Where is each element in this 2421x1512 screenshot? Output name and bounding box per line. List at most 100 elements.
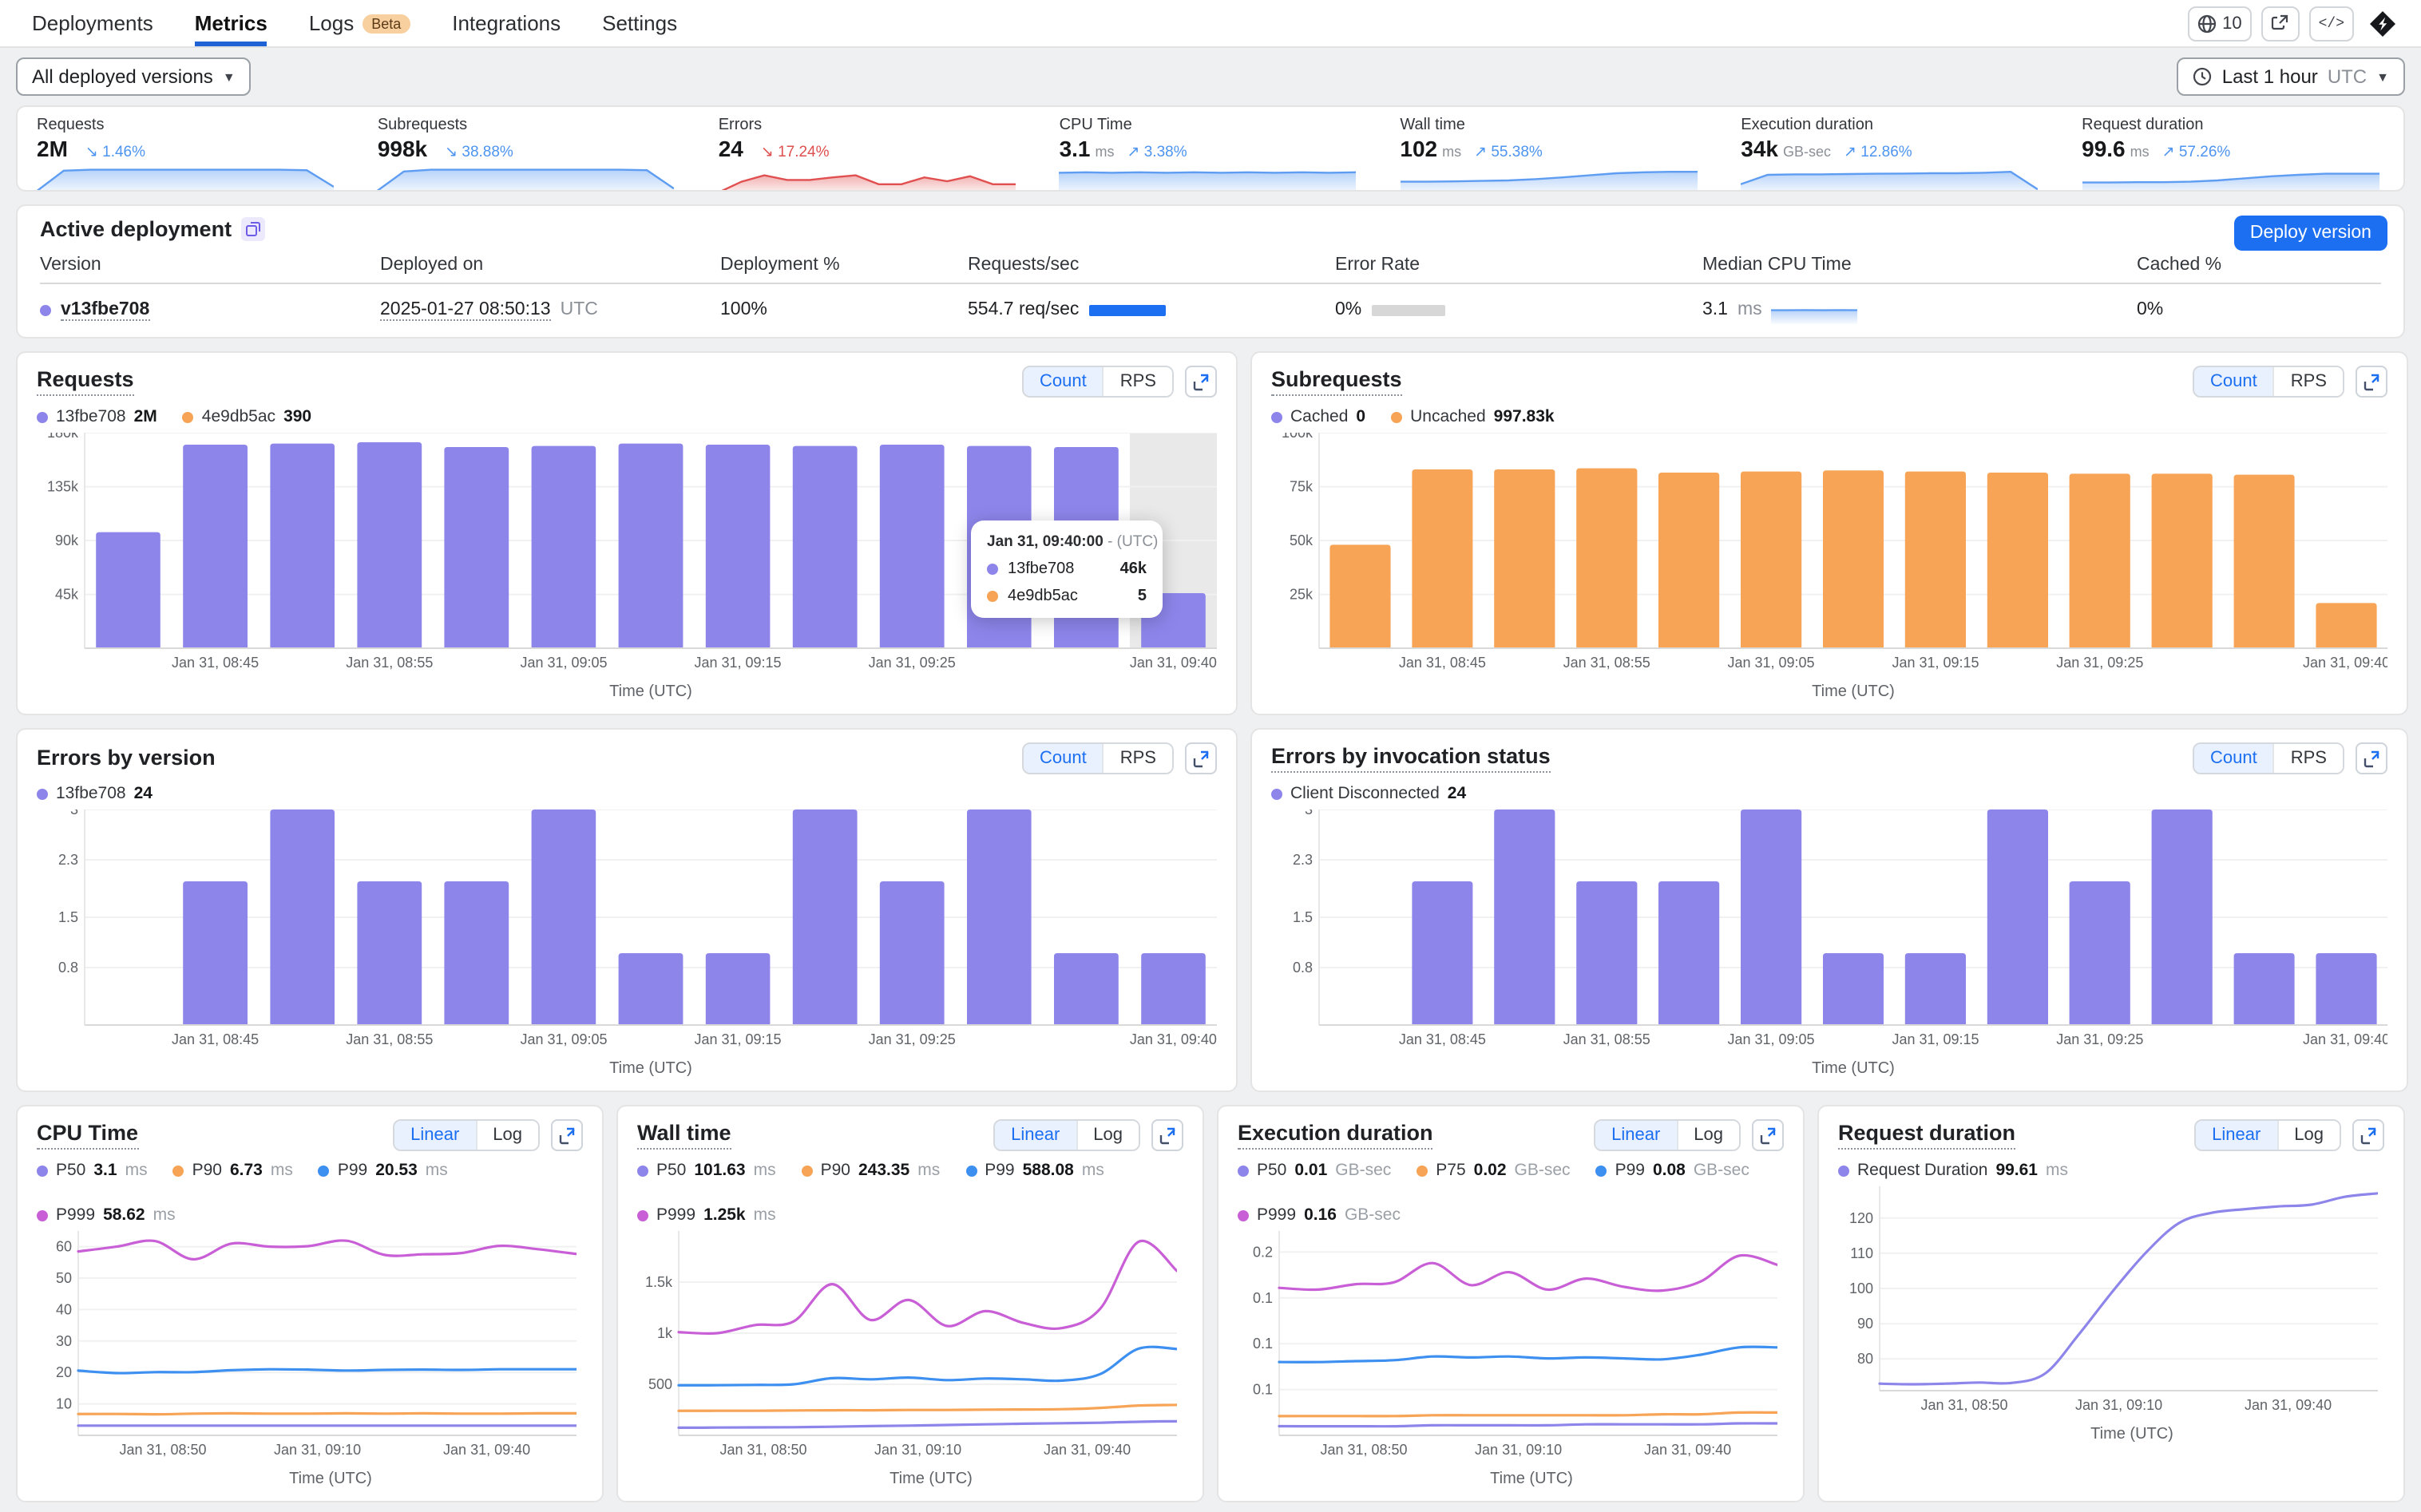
legend-label: P50 — [1257, 1161, 1287, 1180]
toggle-linear[interactable]: Linear — [2196, 1121, 2277, 1150]
trend-value: 12.86% — [1860, 144, 1912, 161]
toggle-linear[interactable]: Linear — [394, 1121, 476, 1150]
tab-deployments[interactable]: Deployments — [32, 0, 153, 46]
toggle-count[interactable]: Count — [2194, 744, 2273, 773]
expand-chart-button[interactable] — [551, 1119, 583, 1151]
subrequests-bar-chart[interactable]: 100k 75k 50k 25k Jan 31, 08:45 Jan 31, 08:55 J… — [1271, 425, 2390, 674]
errors-bar-chart[interactable]: 3 2.3 1.5 0.8 Jan 31, 08:45 Jan 31, 08:55 Jan … — [1271, 802, 2390, 1051]
filter-bar: All deployed versions ▼ Last 1 hour UTC … — [0, 48, 2421, 96]
trend-arrow-icon: ↗ — [1844, 144, 1856, 161]
workers-logo-button[interactable] — [2364, 6, 2402, 41]
requests-chart[interactable]: 180k 135k 90k 45k Jan 31, 08:45 Jan 31, 08:55… — [37, 425, 1217, 682]
expand-chart-button[interactable] — [1185, 366, 1217, 398]
code-button[interactable]: </> — [2308, 6, 2354, 41]
version-link[interactable]: v13fbe708 — [61, 299, 150, 320]
expand-chart-button[interactable] — [1185, 742, 1217, 774]
version-filter-dropdown[interactable]: All deployed versions ▼ — [16, 57, 252, 96]
wall-time-line-chart[interactable]: 1.5k 1k 500 Jan 31, 08:50 Jan 31, 09:10 Jan 3… — [637, 1231, 1179, 1461]
column-header-version: Version — [40, 252, 380, 284]
expand-icon — [1192, 750, 1208, 767]
legend-item: Cached 0 — [1271, 407, 1365, 426]
stat-cpu-time[interactable]: CPU Time 3.1 ms ↗ 3.38% — [1040, 113, 1381, 190]
tab-metrics[interactable]: Metrics — [194, 0, 267, 46]
stat-value: 34k — [1741, 136, 1778, 161]
toggle-count[interactable]: Count — [1024, 367, 1103, 396]
domains-button[interactable]: 10 — [2187, 6, 2252, 41]
errors-bar-chart[interactable]: 3 2.3 1.5 0.8 Jan 31, 08:45 Jan 31, 08:55 Jan … — [37, 802, 1217, 1051]
legend-unit: GB-sec — [1514, 1161, 1571, 1180]
toggle-log[interactable]: Log — [2276, 1121, 2340, 1150]
panel-title: Errors by invocation status — [1271, 744, 1551, 773]
toggle-linear[interactable]: Linear — [995, 1121, 1076, 1150]
linear-log-toggle: Linear Log — [393, 1119, 540, 1151]
toggle-log[interactable]: Log — [475, 1121, 538, 1150]
domains-count: 10 — [2222, 14, 2242, 33]
toggle-count[interactable]: Count — [2194, 367, 2273, 396]
panel-title: Execution duration — [1238, 1121, 1433, 1150]
svg-text:Jan 31, 08:45: Jan 31, 08:45 — [172, 1031, 259, 1047]
stat-subrequests[interactable]: Subrequests 998k ↘ 38.88% — [359, 113, 699, 190]
toggle-log[interactable]: Log — [1676, 1121, 1739, 1150]
request-duration-line-chart[interactable]: 120 110 100 90 80 Jan 31, 08:50 Jan 31, 09:10 J… — [1838, 1186, 2379, 1416]
open-external-button[interactable] — [2261, 6, 2300, 41]
expand-chart-button[interactable] — [1151, 1119, 1183, 1151]
tab-logs[interactable]: Logs Beta — [309, 0, 411, 46]
stat-sparkline — [377, 168, 675, 190]
errors-by-invocation-chart[interactable]: 3 2.3 1.5 0.8 Jan 31, 08:45 Jan 31, 08:55 Jan … — [1271, 802, 2390, 1059]
series-dot — [987, 591, 998, 602]
deployment-pct-value: 100% — [720, 300, 767, 319]
expand-chart-button[interactable] — [2356, 742, 2387, 774]
versions-icon — [241, 217, 266, 241]
tooltip-row: 13fbe708 46k — [987, 560, 1147, 578]
stat-request-duration[interactable]: Request duration 99.6 ms ↗ 57.26% — [2062, 113, 2403, 190]
errors-by-version-chart[interactable]: 3 2.3 1.5 0.8 Jan 31, 08:45 Jan 31, 08:55 Jan … — [37, 802, 1217, 1059]
execution-duration-line-chart[interactable]: 0.2 0.1 0.1 0.1 Jan 31, 08:50 Jan 31, 09:10 Ja… — [1238, 1231, 1779, 1461]
svg-text:Jan 31, 09:10: Jan 31, 09:10 — [1475, 1442, 1562, 1458]
toggle-rps[interactable]: RPS — [1102, 367, 1172, 396]
trend-value: 17.24% — [778, 144, 830, 161]
trend-value: 57.26% — [2178, 144, 2231, 161]
top-navbar: Deployments Metrics Logs Beta Integration… — [0, 0, 2421, 48]
legend-label: P90 — [192, 1161, 222, 1180]
svg-text:Jan 31, 09:10: Jan 31, 09:10 — [2075, 1397, 2162, 1413]
tab-integrations[interactable]: Integrations — [452, 0, 561, 46]
expand-chart-button[interactable] — [2356, 366, 2387, 398]
cpu-time-chart[interactable]: 60 50 40 30 20 10 Jan 31, 08:50 Jan 31, 09:10 Ja… — [37, 1231, 583, 1469]
expand-chart-button[interactable] — [2352, 1119, 2384, 1151]
svg-text:25k: 25k — [1290, 587, 1314, 603]
subrequests-chart[interactable]: 100k 75k 50k 25k Jan 31, 08:45 Jan 31, 08:55 J… — [1271, 425, 2390, 682]
toggle-count[interactable]: Count — [1024, 744, 1103, 773]
toggle-rps[interactable]: RPS — [2272, 367, 2343, 396]
stat-requests[interactable]: Requests 2M ↘ 1.46% — [18, 113, 359, 190]
time-range-dropdown[interactable]: Last 1 hour UTC ▼ — [2177, 57, 2405, 96]
stat-trend: ↘ 38.88% — [445, 144, 513, 161]
trend-value: 3.38% — [1143, 144, 1187, 161]
series-dot — [801, 1165, 813, 1176]
median-cpu-cell: 3.1 ms — [1702, 284, 2137, 337]
cpu-time-line-chart[interactable]: 60 50 40 30 20 10 Jan 31, 08:50 Jan 31, 09:10 Ja… — [37, 1231, 578, 1461]
execution-duration-chart[interactable]: 0.2 0.1 0.1 0.1 Jan 31, 08:50 Jan 31, 09:10 Ja… — [1238, 1231, 1784, 1469]
stat-wall-time[interactable]: Wall time 102 ms ↗ 55.38% — [1381, 113, 1722, 190]
toggle-rps[interactable]: RPS — [2272, 744, 2343, 773]
deploy-version-button[interactable]: Deploy version — [2233, 216, 2387, 251]
toggle-log[interactable]: Log — [1076, 1121, 1139, 1150]
toggle-rps[interactable]: RPS — [1102, 744, 1172, 773]
version-cell: v13fbe708 — [40, 284, 380, 337]
stat-execution-duration[interactable]: Execution duration 34k GB-sec ↗ 12.86% — [1722, 113, 2062, 190]
expand-chart-button[interactable] — [1752, 1119, 1784, 1151]
chart-legend: Cached 0 Uncached 997.83k — [1271, 407, 2387, 426]
legend-item: P99 20.53 ms — [318, 1161, 448, 1180]
stat-errors[interactable]: Errors 24 ↘ 17.24% — [699, 113, 1040, 190]
legend-item: P90 6.73 ms — [172, 1161, 293, 1180]
toggle-linear[interactable]: Linear — [1595, 1121, 1677, 1150]
svg-text:500: 500 — [648, 1376, 672, 1392]
tab-settings[interactable]: Settings — [602, 0, 677, 46]
stat-value: 3.1 — [1059, 136, 1091, 161]
stat-sparkline — [2082, 172, 2379, 190]
time-range-label: Last 1 hour — [2221, 65, 2318, 88]
request-duration-chart[interactable]: 120 110 100 90 80 Jan 31, 08:50 Jan 31, 09:10 J… — [1838, 1186, 2384, 1424]
series-dot — [965, 1165, 977, 1176]
wall-time-chart[interactable]: 1.5k 1k 500 Jan 31, 08:50 Jan 31, 09:10 Jan 3… — [637, 1231, 1183, 1469]
legend-label: P999 — [1257, 1205, 1297, 1225]
stat-trend: ↘ 17.24% — [761, 144, 830, 161]
